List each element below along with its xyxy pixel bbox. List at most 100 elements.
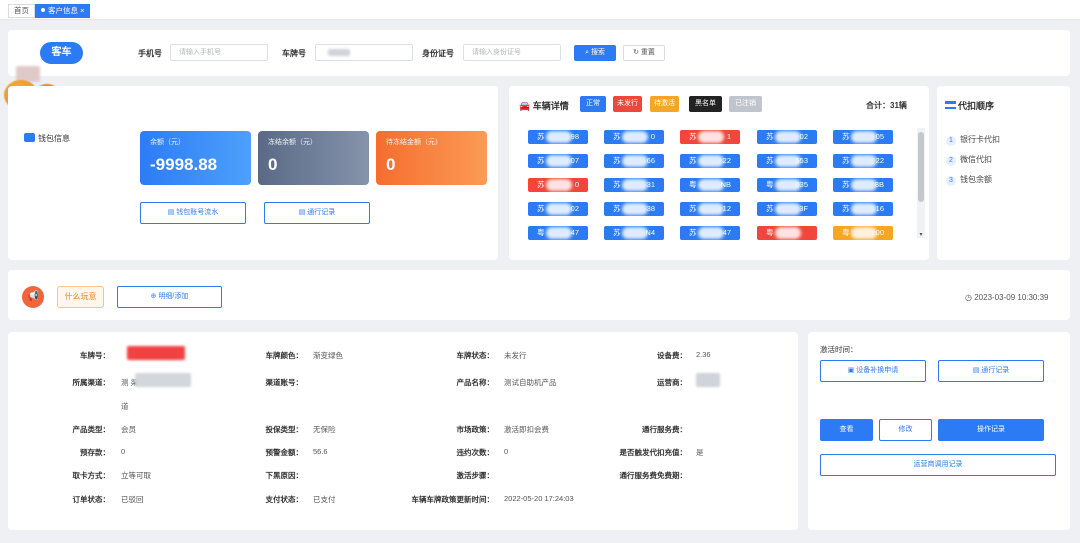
plate-chip[interactable]: 苏 16 [833,202,893,216]
redacted-plate-middle [622,227,648,239]
redacted-plate [127,346,185,360]
carrier-call-log-button[interactable]: 运营商调用记录 [820,454,1056,476]
plate-prefix: 苏 [613,180,621,189]
detail-add-button[interactable]: ⊕ 明细/添加 [117,286,222,308]
redacted-plate-middle [851,179,877,191]
plate-prefix: 苏 [842,180,850,189]
redacted-plate-middle [546,131,572,143]
detail-key: 设备费： [657,351,687,360]
redacted-plate-middle [622,155,648,167]
plate-chip[interactable]: 苏1 [680,130,740,144]
plate-prefix: 苏 [689,132,697,141]
scroll-down-icon[interactable]: ▾ [917,231,925,238]
close-icon[interactable]: × [80,6,84,15]
reset-button[interactable]: ↻ 重置 [623,45,665,61]
tab-home[interactable]: 首页 [8,4,35,18]
plate-suffix: 02 [799,132,808,141]
detail-key: 车牌颜色： [265,351,304,360]
plate-chip[interactable]: 苏 553 [757,154,817,168]
plate-prefix: 苏 [766,156,774,165]
detail-key: 市场政策： [456,425,495,434]
phone-input[interactable]: 请输入手机号 [170,44,268,61]
redacted-plate-middle [546,179,572,191]
device-icon: ▣ [847,367,855,374]
legend-chip[interactable]: 正常 [580,96,606,112]
view-button[interactable]: 查看 [820,419,873,441]
search-button[interactable]: ⌕ 搜索 [574,45,616,61]
tab-customer-info[interactable]: 客户信息 × [35,4,91,18]
pending-value: 0 [386,155,396,174]
plate-chip[interactable]: 苏 8B [833,178,893,192]
plate-suffix: 0 [650,132,655,141]
plate-chip[interactable]: 苏 02 [528,202,588,216]
plate-suffix: 12 [722,204,731,213]
wallet-flow-button[interactable]: ▤ 钱包账号流水 [140,202,246,224]
plate-suffix: 035 [795,180,808,189]
device-replace-label: 设备补换申请 [856,367,899,374]
plate-label: 车牌号 [282,49,306,58]
plate-chip[interactable]: 苏 47 [680,226,740,240]
plate-suffix: 0 [574,180,579,189]
id-input[interactable]: 请输入身份证号 [463,44,561,61]
plate-chip[interactable]: 苏 22 [833,154,893,168]
plate-chip[interactable]: 苏 05 [833,130,893,144]
balance-box: 余额（元） -9998.88 [140,131,251,185]
deduct-card [937,86,1070,260]
plate-chip[interactable]: 苏 12 [680,202,740,216]
plate-chip[interactable]: 苏 98 [528,130,588,144]
operation-log-button[interactable]: 操作记录 [938,419,1044,441]
plate-chip[interactable]: 苏 3F [757,202,817,216]
plate-chip[interactable]: 粤 035 [757,178,817,192]
wallet-icon [24,133,35,142]
plate-chip[interactable]: 粤 47 [528,226,588,240]
frozen-value: 0 [268,155,278,174]
detail-value: 激活即扣会费 [504,425,549,434]
legend-chip[interactable]: 已注销 [729,96,762,112]
plate-chip[interactable]: 苏 31 [604,178,664,192]
plate-input[interactable] [315,44,413,61]
detail-key: 渠道账号： [265,378,304,387]
device-replace-button[interactable]: ▣ 设备补换申请 [820,360,926,382]
detail-value: 渐变绿色 [313,351,343,360]
detail-value: 无保险 [313,425,336,434]
plate-chip[interactable]: 苏 38 [604,202,664,216]
wallet-pass-record-button[interactable]: ▤ 通行记录 [264,202,370,224]
plate-chip[interactable]: 苏 07 [528,154,588,168]
legend-chip[interactable]: 未发行 [613,96,642,112]
plate-chip[interactable]: 粤 [757,226,817,240]
plate-chip[interactable]: 苏0 [604,130,664,144]
file-icon: ▤ [298,209,306,216]
plate-prefix: 苏 [689,204,697,213]
file-icon: ▤ [972,367,980,374]
legend-chip[interactable]: 待激活 [650,96,679,112]
plate-chip[interactable]: 苏 N4 [604,226,664,240]
detail-key: 车辆车牌政策更新时间： [411,495,495,504]
detail-key: 产品名称： [456,378,495,387]
plate-prefix: 粤 [537,228,545,237]
plate-chip[interactable]: 粤 00 [833,226,893,240]
plate-chip[interactable]: 苏 66 [604,154,664,168]
legend-chip[interactable]: 黑名单 [689,96,722,112]
redacted-plate-middle [546,155,572,167]
plate-prefix: 粤 [766,228,774,237]
plate-suffix: 98 [570,132,579,141]
redacted-plate-middle [698,203,724,215]
detail-key: 运营商： [657,378,687,387]
pending-box: 待冻结金额（元） 0 [376,131,487,185]
plate-scrollbar[interactable]: ▾ [917,128,925,238]
activate-time-label: 激活时间： [820,345,858,354]
plate-prefix: 苏 [842,204,850,213]
plate-suffix: 05 [875,132,884,141]
plate-chip[interactable]: 苏 22 [680,154,740,168]
detail-key: 支付状态： [265,495,304,504]
search-button-label: 搜索 [590,49,605,56]
plate-prefix: 苏 [842,132,850,141]
scrollbar-thumb[interactable] [918,132,924,202]
detail-key: 车牌号： [80,351,110,360]
deduct-num: 2 [946,156,956,166]
edit-button[interactable]: 修改 [879,419,932,441]
plate-chip[interactable]: 苏 02 [757,130,817,144]
pass-record-button[interactable]: ▤ 通行记录 [938,360,1044,382]
plate-chip[interactable]: 苏0 [528,178,588,192]
plate-chip[interactable]: 粤 NB [680,178,740,192]
